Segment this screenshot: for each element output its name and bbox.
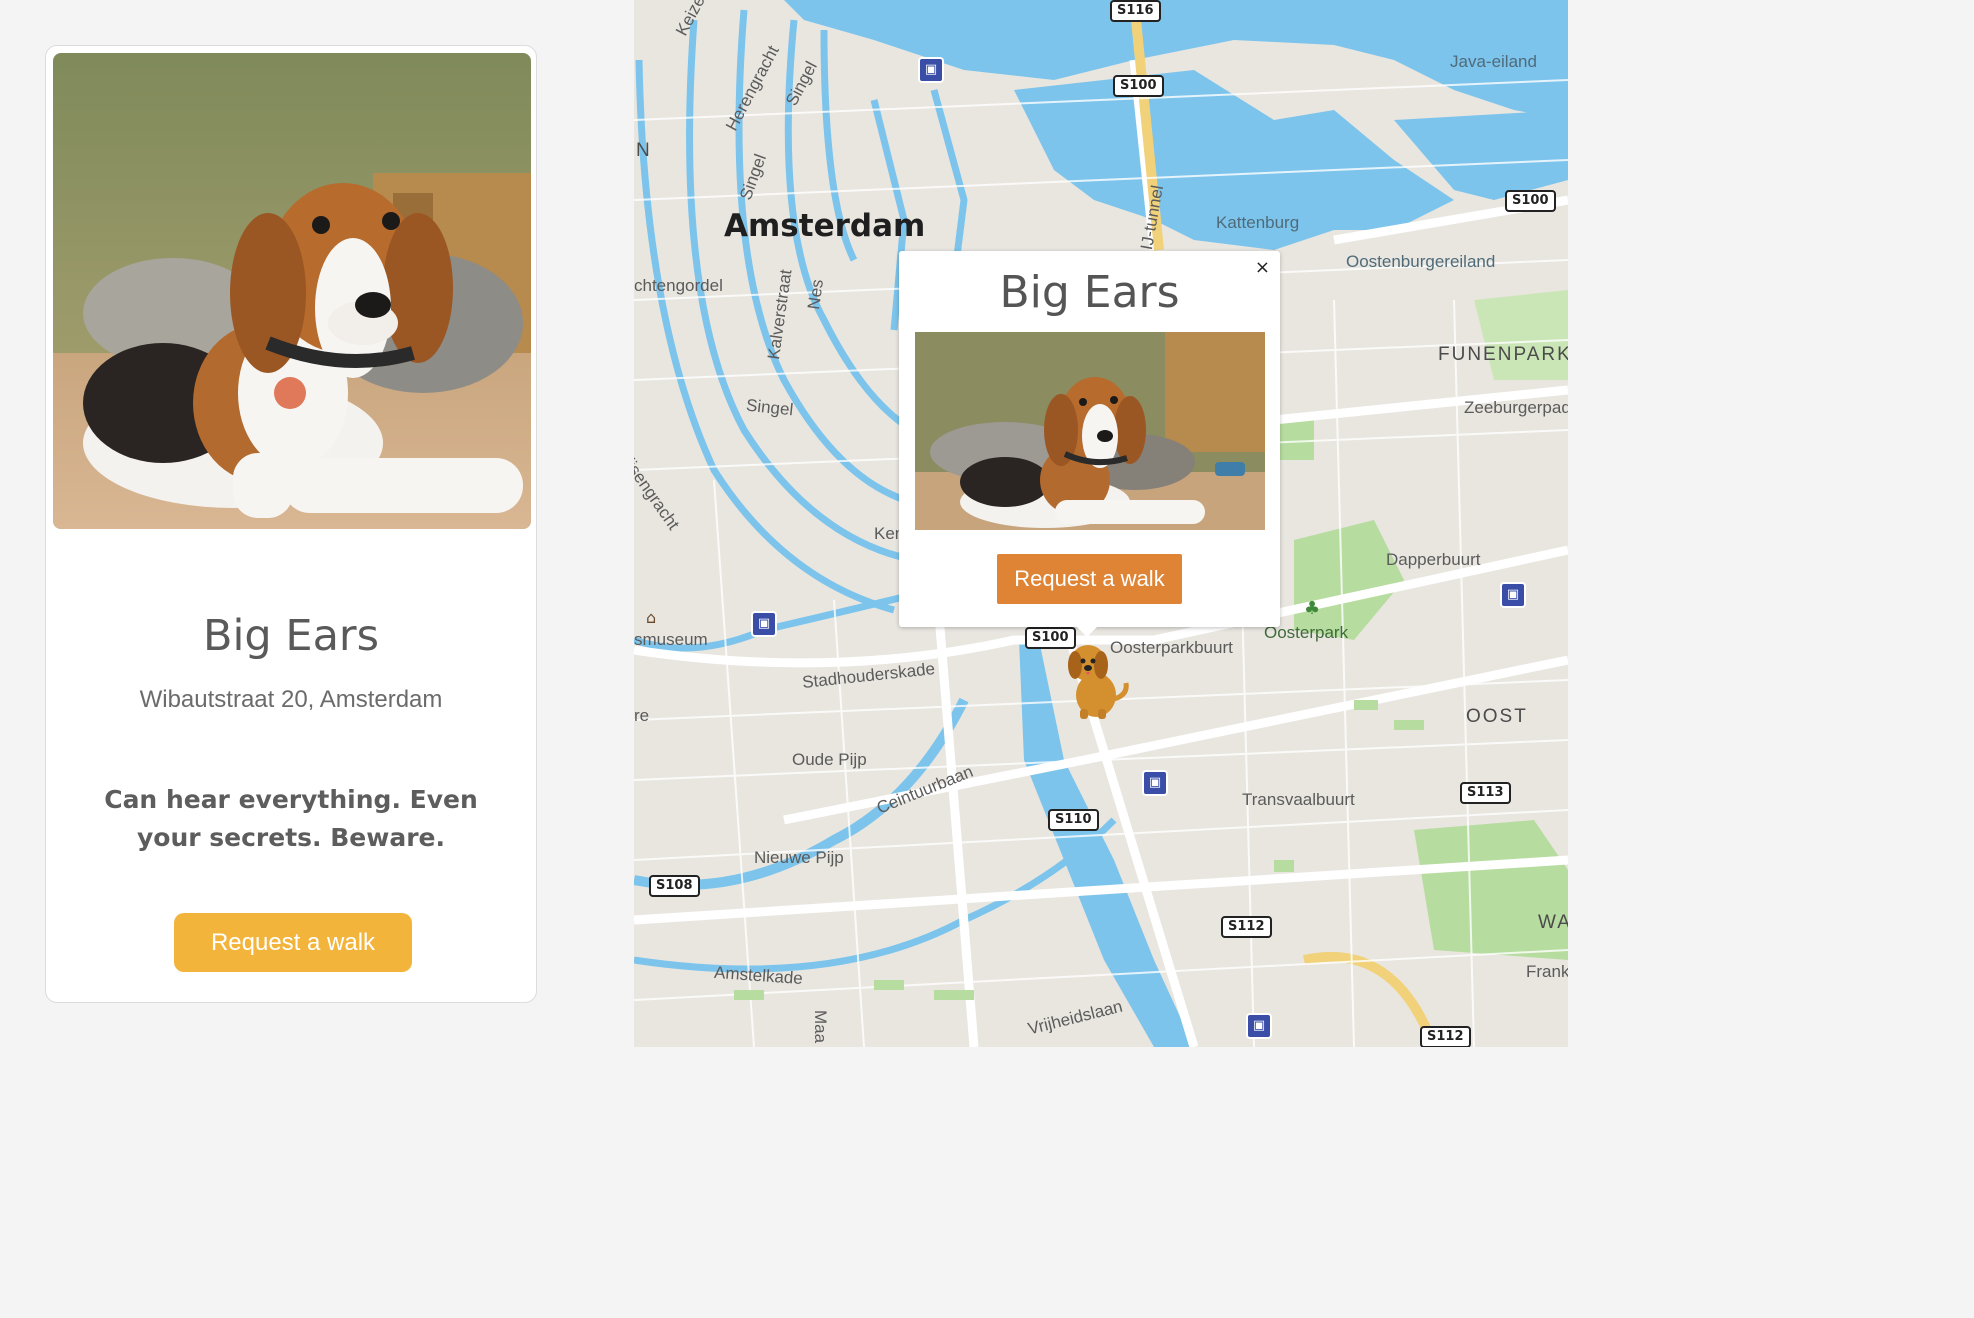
map-place-label: Dapperbuurt (1386, 550, 1481, 569)
park-tree-icon: ♣ (1304, 598, 1321, 619)
map-area-label: N (636, 140, 652, 161)
map-street-label: Maa (811, 1010, 830, 1044)
road-shield: S108 (649, 875, 700, 897)
road-shield: S112 (1221, 916, 1272, 938)
road-shield: S110 (1048, 809, 1099, 831)
map-area-label: FUNENPARK (1438, 344, 1568, 365)
map-street-label: chtengordel (634, 276, 723, 295)
map-place-label: Oostenburgereiland (1346, 252, 1496, 271)
dog-description: Can hear everything. Even your secrets. … (104, 785, 478, 852)
map-place-label: Transvaalbuurt (1242, 790, 1355, 809)
map-place-label: Java-eiland (1450, 52, 1537, 71)
road-shield: S112 (1420, 1026, 1471, 1047)
popup-dog-photo (915, 332, 1265, 530)
dog-address: Wibautstraat 20, Amsterdam (139, 686, 443, 713)
map-place-label: Frank (1526, 962, 1568, 981)
map-popup: × Big Ears Request a walk (899, 251, 1280, 637)
map-area-label: WA (1538, 912, 1568, 933)
popup-title: Big Ears (999, 267, 1180, 318)
tram-stop-icon[interactable]: ▣ (918, 57, 944, 83)
road-shield: S100 (1505, 190, 1556, 212)
dog-card: Big Ears Wibautstraat 20, Amsterdam Can … (45, 45, 537, 1003)
popup-tip (1077, 627, 1097, 637)
map-place-label: re (634, 706, 650, 725)
dog-photo (53, 53, 531, 529)
map-place-label: Kattenburg (1216, 213, 1300, 232)
map-place-label: smuseum (634, 630, 708, 649)
request-walk-button[interactable]: Request a walk (174, 913, 412, 972)
map-street-label: Zeeburgerpad (1464, 398, 1568, 417)
popup-request-walk-button[interactable]: Request a walk (997, 554, 1182, 604)
road-shield: S113 (1460, 782, 1511, 804)
map-street-label: Nes (804, 278, 828, 311)
dog-map-marker[interactable] (1064, 641, 1134, 721)
road-shield: S116 (1110, 0, 1161, 22)
road-shield: S100 (1113, 75, 1164, 97)
museum-icon: ⌂ (646, 608, 657, 627)
map-area-label: OOST (1466, 706, 1528, 727)
tram-stop-icon[interactable]: ▣ (1142, 770, 1168, 796)
tram-stop-icon[interactable]: ▣ (1246, 1013, 1272, 1039)
tram-stop-icon[interactable]: ▣ (751, 611, 777, 637)
map-place-label: Oude Pijp (792, 750, 867, 769)
map-place-label: Nieuwe Pijp (754, 848, 844, 867)
map-city-label: Amsterdam (724, 208, 926, 244)
tram-stop-icon[interactable]: ▣ (1500, 582, 1526, 608)
dog-name: Big Ears (202, 611, 379, 661)
